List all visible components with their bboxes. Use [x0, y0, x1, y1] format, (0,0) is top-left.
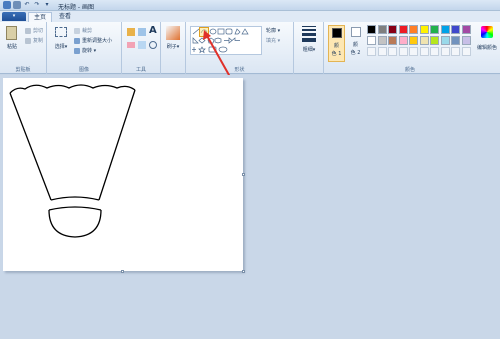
resize-handle-corner[interactable]	[242, 270, 245, 273]
canvas-area	[0, 75, 500, 339]
drawing-canvas[interactable]	[3, 78, 243, 271]
shuttlecock-drawing	[9, 84, 136, 238]
resize-handle-right[interactable]	[242, 173, 245, 176]
resize-handle-bottom[interactable]	[121, 270, 124, 273]
arrow-head	[203, 30, 211, 40]
